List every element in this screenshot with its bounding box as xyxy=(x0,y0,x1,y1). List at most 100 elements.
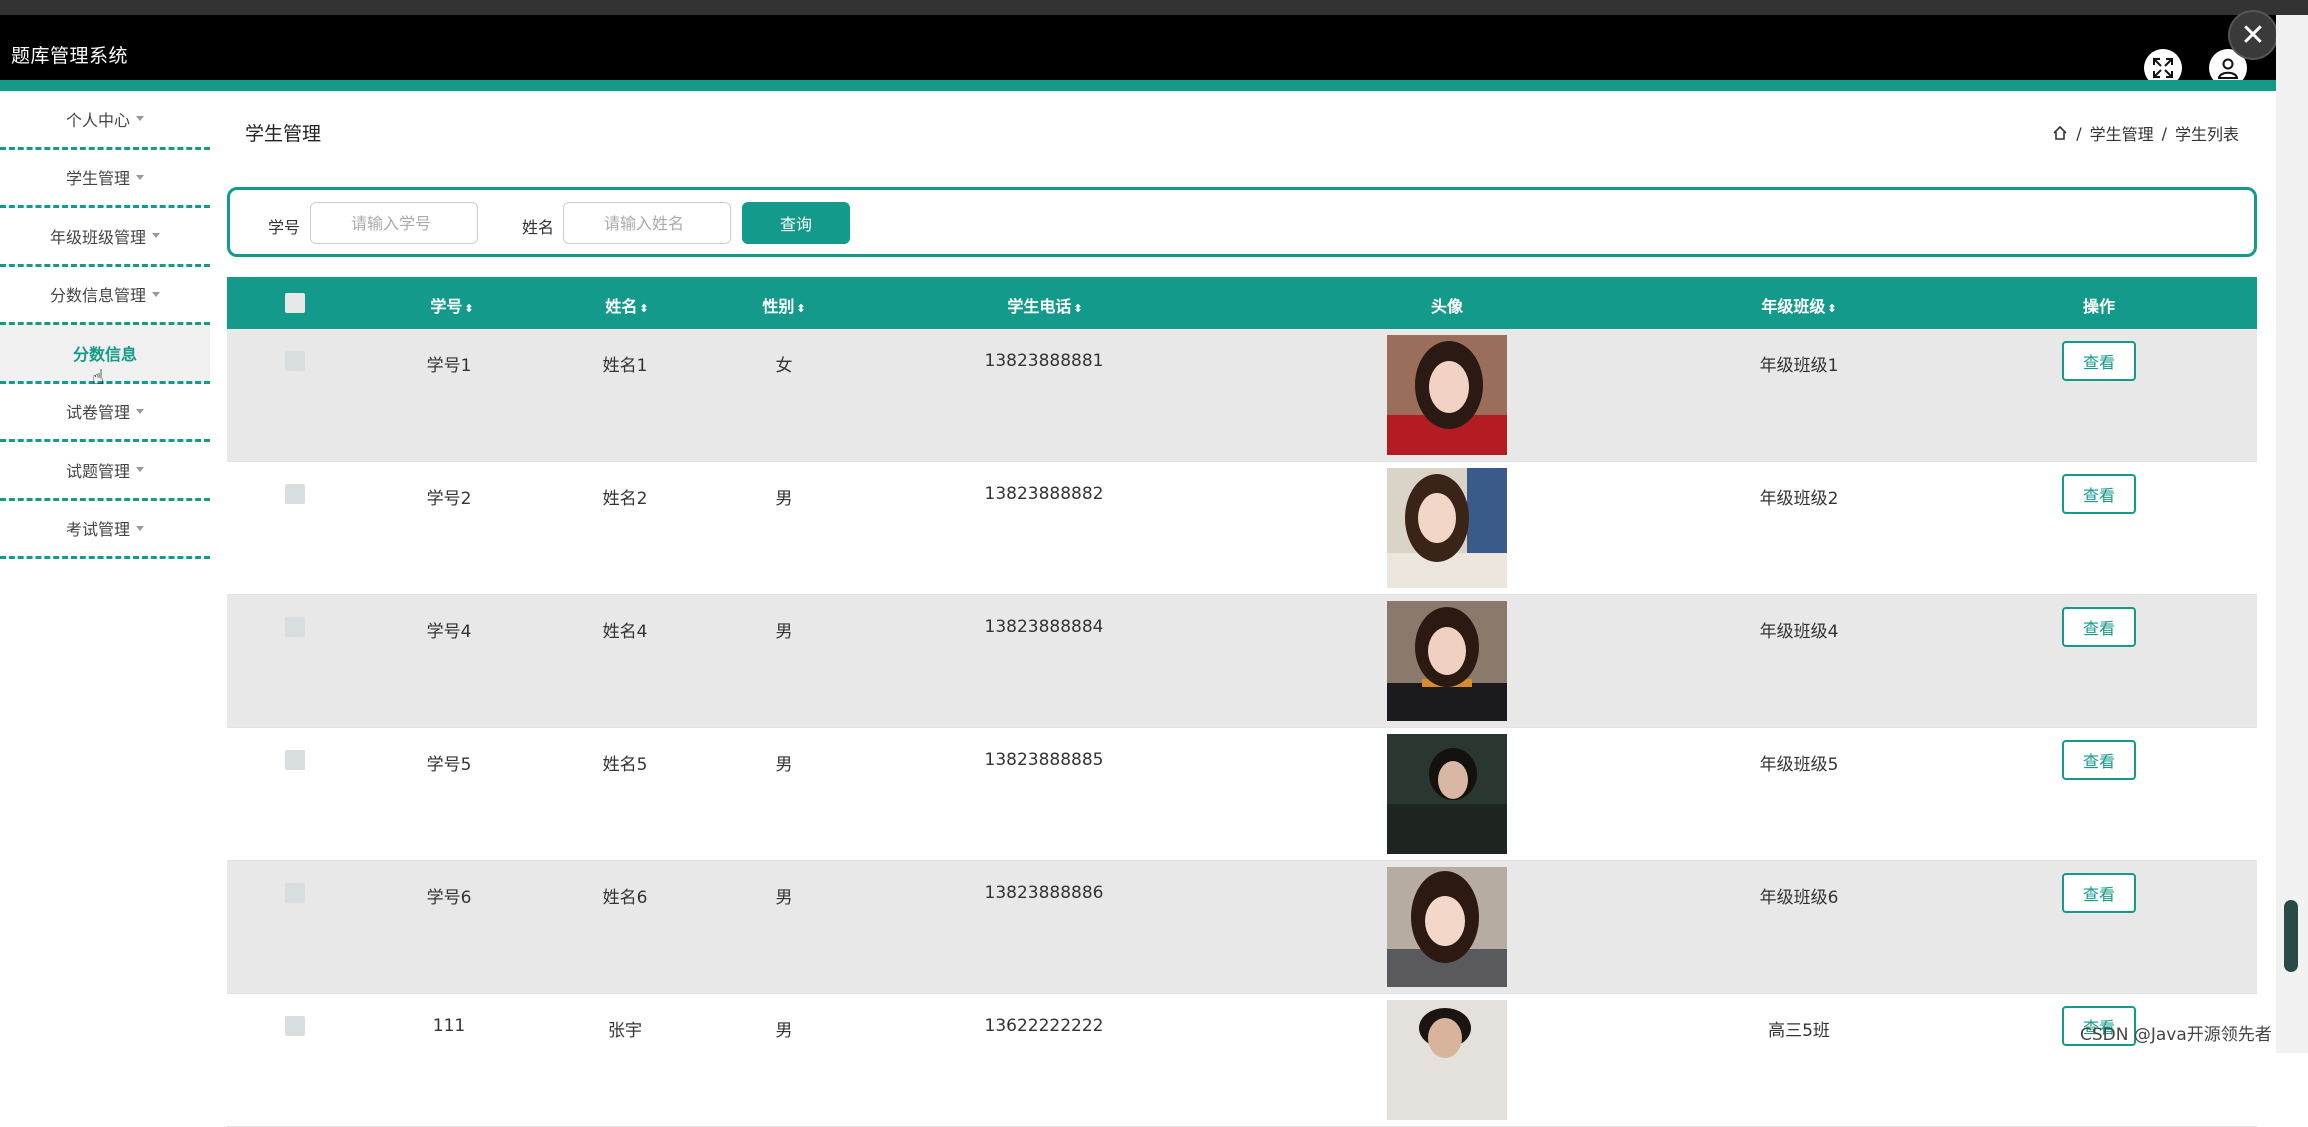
app-title: 题库管理系统 xyxy=(11,45,129,67)
cell-id: 学号1 xyxy=(426,356,472,376)
caret-down-icon xyxy=(136,525,144,531)
col-header-name[interactable]: 姓名 ⬍ xyxy=(605,293,648,317)
sidebar-item-score-management[interactable]: 分数信息管理 xyxy=(0,267,210,325)
caret-down-icon xyxy=(136,174,144,180)
breadcrumb-item[interactable]: 学生管理 xyxy=(2090,121,2154,145)
student-id-input[interactable] xyxy=(310,202,478,244)
student-table: 学号 ⬍ 姓名 ⬍ 性别 ⬍ 学生电话 ⬍ 头像 年级班级 ⬍ 操作 学号1 姓名1 女 … xyxy=(227,277,2257,1127)
sidebar-subitem-score-info[interactable]: 分数信息 xyxy=(0,325,210,384)
close-button[interactable]: ✕ xyxy=(2230,12,2276,58)
sidebar-item-label: 学生管理 xyxy=(65,169,130,189)
cell-phone: 13823888886 xyxy=(984,883,1104,903)
cell-name: 姓名1 xyxy=(602,356,648,376)
cell-id: 学号6 xyxy=(426,888,472,908)
home-icon[interactable] xyxy=(2052,125,2068,141)
view-button[interactable]: 查看 xyxy=(2062,873,2136,913)
cell-name: 姓名2 xyxy=(602,489,648,509)
cell-gender: 女 xyxy=(775,356,793,376)
cell-name: 姓名5 xyxy=(602,755,648,775)
breadcrumb-separator: / xyxy=(2161,123,2167,143)
sidebar: 个人中心 学生管理 年级班级管理 分数信息管理 分数信息 试卷管理 试题管理 考… xyxy=(0,91,210,559)
sidebar-item-label: 个人中心 xyxy=(65,110,130,130)
sidebar-item-paper-management[interactable]: 试卷管理 xyxy=(0,384,210,442)
col-header-phone[interactable]: 学生电话 ⬍ xyxy=(1007,293,1082,317)
avatar xyxy=(1387,335,1507,455)
cell-name: 张宇 xyxy=(608,1021,642,1041)
row-checkbox[interactable] xyxy=(285,351,305,371)
col-header-actions: 操作 xyxy=(2082,297,2116,316)
col-header-gender[interactable]: 性别 ⬍ xyxy=(762,293,805,317)
sidebar-item-grade-class-management[interactable]: 年级班级管理 xyxy=(0,208,210,267)
student-name-label: 姓名 xyxy=(522,218,555,237)
view-button[interactable]: 查看 xyxy=(2062,474,2136,514)
cell-class: 年级班级2 xyxy=(1759,489,1839,509)
avatar xyxy=(1387,867,1507,987)
row-checkbox[interactable] xyxy=(285,617,305,637)
cell-phone: 13823888881 xyxy=(984,351,1104,371)
sidebar-item-student-management[interactable]: 学生管理 xyxy=(0,150,210,208)
avatar xyxy=(1387,601,1507,721)
cell-phone: 13622222222 xyxy=(984,1016,1104,1036)
caret-down-icon xyxy=(136,408,144,414)
cell-id: 学号4 xyxy=(426,622,472,642)
cell-name: 姓名4 xyxy=(602,622,648,642)
caret-down-icon xyxy=(136,116,144,122)
caret-down-icon xyxy=(136,467,144,473)
cell-gender: 男 xyxy=(775,489,793,509)
cell-class: 年级班级6 xyxy=(1759,888,1839,908)
watermark: CSDN @Java开源领先者 xyxy=(2080,1025,2272,1045)
cell-gender: 男 xyxy=(775,888,793,908)
hand-cursor-icon: ☝ xyxy=(92,365,105,389)
select-all-checkbox[interactable] xyxy=(285,293,305,313)
sidebar-item-label: 试卷管理 xyxy=(65,403,130,423)
cell-gender: 男 xyxy=(775,755,793,775)
cell-gender: 男 xyxy=(775,1021,793,1041)
breadcrumb: / 学生管理 / 学生列表 xyxy=(2052,121,2239,145)
table-row: 学号5 姓名5 男 13823888885 年级班级5 查看 xyxy=(227,728,2257,861)
cell-name: 姓名6 xyxy=(602,888,648,908)
sidebar-item-exam-management[interactable]: 考试管理 xyxy=(0,501,210,559)
avatar xyxy=(1387,468,1507,588)
view-button[interactable]: 查看 xyxy=(2062,740,2136,780)
row-checkbox[interactable] xyxy=(285,750,305,770)
row-checkbox[interactable] xyxy=(285,484,305,504)
cell-gender: 男 xyxy=(775,622,793,642)
header-accent-bar xyxy=(0,80,2276,91)
table-row: 学号4 姓名4 男 13823888884 年级班级4 查看 xyxy=(227,595,2257,728)
sort-icon: ⬍ xyxy=(639,302,649,315)
col-header-class[interactable]: 年级班级 ⬍ xyxy=(1761,293,1836,317)
scrollbar-thumb[interactable] xyxy=(2284,900,2298,972)
breadcrumb-item: 学生列表 xyxy=(2174,125,2239,144)
sidebar-item-personal-center[interactable]: 个人中心 xyxy=(0,91,210,150)
cell-id: 学号2 xyxy=(426,489,472,509)
row-checkbox[interactable] xyxy=(285,883,305,903)
scrollbar-track[interactable] xyxy=(2276,15,2308,1053)
breadcrumb-separator: / xyxy=(2076,123,2082,143)
table-row: 111 张宇 男 13622222222 高三5班 查看 xyxy=(227,994,2257,1127)
cell-phone: 13823888882 xyxy=(984,484,1104,504)
search-button[interactable]: 查询 xyxy=(742,202,850,244)
sort-icon: ⬍ xyxy=(464,302,474,315)
cell-class: 年级班级4 xyxy=(1759,622,1839,642)
view-button[interactable]: 查看 xyxy=(2062,341,2136,381)
view-button[interactable]: 查看 xyxy=(2062,607,2136,647)
col-header-id[interactable]: 学号 ⬍ xyxy=(430,293,473,317)
sort-icon: ⬍ xyxy=(1827,302,1837,315)
student-name-input[interactable] xyxy=(563,202,731,244)
sidebar-item-label: 分数信息管理 xyxy=(49,286,146,306)
cell-class: 高三5班 xyxy=(1768,1021,1830,1041)
caret-down-icon xyxy=(152,291,160,297)
row-checkbox[interactable] xyxy=(285,1016,305,1036)
search-form: 学号 姓名 查询 xyxy=(227,187,2257,257)
sidebar-item-question-management[interactable]: 试题管理 xyxy=(0,442,210,501)
sidebar-item-label: 试题管理 xyxy=(65,461,130,481)
sort-icon: ⬍ xyxy=(796,302,806,315)
window-top-strip xyxy=(0,0,2308,15)
student-id-label: 学号 xyxy=(268,218,301,237)
col-header-avatar: 头像 xyxy=(1430,297,1464,316)
table-header: 学号 ⬍ 姓名 ⬍ 性别 ⬍ 学生电话 ⬍ 头像 年级班级 ⬍ 操作 xyxy=(227,277,2257,329)
table-row: 学号2 姓名2 男 13823888882 年级班级2 查看 xyxy=(227,462,2257,595)
cell-class: 年级班级5 xyxy=(1759,755,1839,775)
cell-class: 年级班级1 xyxy=(1759,356,1839,376)
sidebar-item-label: 考试管理 xyxy=(65,520,130,540)
